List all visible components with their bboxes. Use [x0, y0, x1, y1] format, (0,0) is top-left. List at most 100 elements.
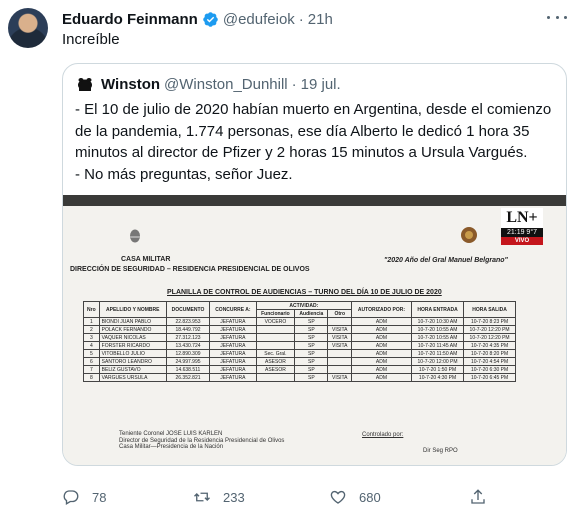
audience-cell-in: 10-7-20 4:30 PM: [410, 373, 465, 382]
direccion-label: DIRECCIÓN DE SEGURIDAD – RESIDENCIA PRES…: [70, 266, 310, 273]
more-options-icon[interactable]: [547, 9, 567, 25]
col-actividad: ACTIVIDAD:: [255, 301, 353, 310]
document-top-shadow: [63, 195, 566, 206]
audience-cell-otro: VISITA: [327, 373, 353, 382]
audience-cell-out: 10-7-20 8:20 PM: [463, 349, 516, 358]
audience-cell-nro: 7: [83, 365, 100, 374]
tv-live-badge: VIVO: [501, 237, 543, 245]
audience-cell-otro: VISITA: [327, 341, 353, 350]
document-photo[interactable]: CASA MILITAR DIRECCIÓN DE SEGURIDAD – RE…: [63, 195, 566, 465]
audience-cell-in: 10-7-20 10:55 AM: [410, 325, 465, 334]
quoted-text-line: - No más preguntas, señor Juez.: [75, 165, 293, 183]
audience-cell-aud: SP: [294, 373, 329, 382]
audience-row: 3 VAQUER NICOLAS 27.312.123 JEFATURA SP VISIT…: [83, 333, 516, 342]
audience-cell-func: VOCERO: [255, 317, 296, 326]
coat-of-arms-icon: [130, 229, 140, 243]
audience-cell-aud: SP: [294, 349, 329, 358]
audience-cell-auth: ADM: [351, 357, 412, 366]
audience-cell-aud: SP: [294, 317, 329, 326]
heart-icon: [330, 490, 346, 504]
quoted-text-line: - El 10 de julio de 2020 habían muerto e…: [75, 101, 552, 118]
audience-cell-nro: 8: [83, 373, 100, 382]
quoted-author-handle: @Winston_Dunhill: [164, 75, 288, 93]
audience-cell-concurre: JEFATURA: [209, 357, 257, 366]
casa-militar-label: CASA MILITAR: [121, 256, 171, 263]
tweet-timestamp[interactable]: 21h: [308, 11, 333, 28]
audience-row: 8 VARGUES URSULA 26.352.821 JEFATURA SP VISIT…: [83, 373, 516, 382]
like-button[interactable]: 680: [329, 488, 381, 506]
col-salida: HORA SALIDA: [463, 301, 516, 318]
audience-cell-in: 10-7-20 11:45 AM: [410, 341, 465, 350]
author-handle[interactable]: @edufeiok: [223, 11, 295, 28]
audience-cell-nro: 1: [83, 317, 100, 326]
col-audiencia: Audiencia: [294, 309, 329, 318]
audience-cell-doc: 12.890.309: [165, 349, 211, 358]
col-concurre: CONCURRE A:: [209, 301, 257, 318]
audience-cell-doc: 24.997.995: [165, 357, 211, 366]
audience-cell-name: POLACK FERNANDO: [98, 325, 167, 334]
audience-cell-name: VARGUES URSULA: [98, 373, 167, 382]
bulldog-icon: [78, 78, 92, 91]
quoted-text-line: minutos al director de Pfizer y 2 horas …: [75, 144, 528, 161]
audience-cell-nro: 4: [83, 341, 100, 350]
audience-cell-otro: [327, 349, 353, 358]
audience-cell-concurre: JEFATURA: [209, 333, 257, 342]
tweet-action-bar: 78 233 680: [62, 488, 492, 512]
audience-cell-auth: ADM: [351, 333, 412, 342]
audience-cell-out: 10-7-20 12:20 PM: [463, 325, 516, 334]
audience-cell-out: 10-7-20 6:30 PM: [463, 365, 516, 374]
quoted-author-name: Winston: [101, 75, 161, 93]
audience-row: 6 SANTORO LEANDRO 24.997.995 JEFATURA ASESOR…: [83, 357, 516, 366]
audience-cell-doc: 22.823.953: [165, 317, 211, 326]
author-name[interactable]: Eduardo Feinmann: [62, 11, 198, 28]
reply-count: 78: [92, 489, 107, 505]
audience-cell-func: Sec. Gral.: [255, 349, 296, 358]
audience-cell-doc: 18.449.792: [165, 325, 211, 334]
audience-cell-name: BELIZ GUSTAVO: [98, 365, 167, 374]
audience-cell-in: 10-7-20 11:50 AM: [410, 349, 465, 358]
share-button[interactable]: [469, 488, 487, 506]
quoted-tweet[interactable]: Winston @Winston_Dunhill · 19 jul. - El …: [62, 63, 567, 466]
col-apellido: APELLIDO Y NOMBRE: [98, 301, 167, 318]
audience-cell-out: 10-7-20 12:20 PM: [463, 333, 516, 342]
audience-cell-auth: ADM: [351, 325, 412, 334]
casa-militar-emblem-icon: [461, 227, 477, 243]
col-otro: Otro: [327, 309, 353, 318]
col-documento: DOCUMENTO: [165, 301, 211, 318]
audience-cell-nro: 3: [83, 333, 100, 342]
tweet-text: Increíble: [62, 31, 120, 48]
tv-clock: 21:19 9°7: [501, 228, 543, 237]
col-entrada: HORA ENTRADA: [410, 301, 465, 318]
quoted-date: 19 jul.: [300, 75, 341, 93]
audience-cell-doc: 13.430.724: [165, 341, 211, 350]
audience-log-document: CASA MILITAR DIRECCIÓN DE SEGURIDAD – RE…: [63, 195, 566, 465]
audience-cell-doc: 27.312.123: [165, 333, 211, 342]
audience-cell-name: BIONDI JUAN PABLO: [98, 317, 167, 326]
audience-cell-aud: SP: [294, 325, 329, 334]
audience-cell-auth: ADM: [351, 349, 412, 358]
audience-cell-aud: SP: [294, 341, 329, 350]
quoted-author-avatar: [75, 74, 95, 94]
audience-cell-auth: ADM: [351, 317, 412, 326]
audience-table: Nro APELLIDO Y NOMBRE DOCUMENTO CONCURRE…: [83, 301, 516, 382]
audience-cell-name: SANTORO LEANDRO: [98, 357, 167, 366]
author-avatar[interactable]: [8, 8, 48, 48]
audience-cell-aud: SP: [294, 365, 329, 374]
audience-cell-otro: [327, 357, 353, 366]
audience-cell-func: ASESOR: [255, 365, 296, 374]
audience-row: 1 BIONDI JUAN PABLO 22.823.953 JEFATURA VOCE…: [83, 317, 516, 326]
like-count: 680: [359, 489, 381, 505]
audience-cell-otro: [327, 317, 353, 326]
tweet-header: Eduardo Feinmann @edufeiok · 21h: [62, 8, 571, 30]
reply-button[interactable]: 78: [62, 488, 106, 506]
col-funcionario: Funcionario: [255, 309, 296, 318]
audience-cell-out: 10-7-20 4:54 PM: [463, 357, 516, 366]
audience-cell-name: VAQUER NICOLAS: [98, 333, 167, 342]
audience-row: 2 POLACK FERNANDO 18.449.792 JEFATURA SP VISI…: [83, 325, 516, 334]
audience-cell-nro: 5: [83, 349, 100, 358]
quoted-tweet-text: - El 10 de julio de 2020 habían muerto e…: [75, 99, 560, 185]
signature-line: Casa Militar—Presidencia de la Nación: [119, 444, 224, 450]
retweet-button[interactable]: 233: [193, 488, 245, 506]
retweet-icon: [194, 492, 210, 502]
audience-cell-nro: 2: [83, 325, 100, 334]
